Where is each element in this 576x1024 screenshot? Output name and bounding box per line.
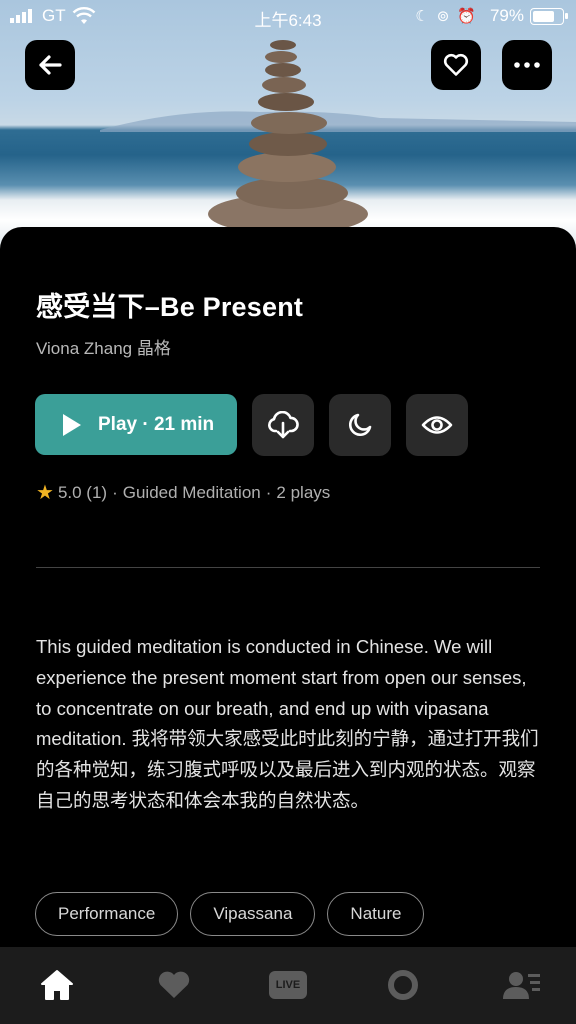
moon-icon bbox=[349, 413, 372, 436]
moon-status-icon: ☾ bbox=[415, 8, 429, 25]
tab-meditate[interactable] bbox=[383, 965, 423, 1005]
back-arrow-icon bbox=[39, 55, 62, 75]
hero-image: GT 上午6:43 ☾ ⊚ ⏰ 79% bbox=[0, 0, 576, 250]
battery-percent: 79% bbox=[489, 6, 524, 25]
favorite-button[interactable] bbox=[431, 40, 481, 90]
live-icon: LIVE bbox=[269, 971, 307, 999]
tab-profile[interactable] bbox=[502, 965, 542, 1005]
play-icon bbox=[63, 413, 81, 436]
play-count: 2 plays bbox=[276, 482, 331, 502]
tag-list: Performance Vipassana Nature bbox=[35, 892, 425, 936]
divider bbox=[36, 567, 540, 568]
sleep-timer-button[interactable] bbox=[329, 394, 391, 456]
author-name[interactable]: Viona Zhang 晶格 bbox=[36, 334, 171, 359]
rating: 5.0 (1) bbox=[57, 482, 108, 502]
eye-icon bbox=[421, 416, 453, 434]
view-button[interactable] bbox=[406, 394, 468, 456]
tab-live[interactable]: LIVE bbox=[268, 965, 308, 1005]
back-button[interactable] bbox=[25, 40, 75, 90]
profile-icon bbox=[503, 972, 540, 999]
home-icon bbox=[41, 970, 73, 1000]
track-description: This guided meditation is conducted in C… bbox=[36, 636, 539, 811]
tab-home[interactable] bbox=[37, 965, 77, 1005]
cloud-download-icon bbox=[268, 411, 299, 439]
download-button[interactable] bbox=[252, 394, 314, 456]
more-options-button[interactable] bbox=[502, 40, 552, 90]
more-dots-icon bbox=[514, 62, 540, 68]
status-bar: GT 上午6:43 ☾ ⊚ ⏰ 79% bbox=[0, 0, 576, 34]
meditate-circle-icon bbox=[388, 970, 418, 1000]
tag-chip[interactable]: Nature bbox=[327, 892, 425, 936]
tab-bar: LIVE bbox=[0, 947, 576, 1024]
heart-outline-icon bbox=[443, 53, 469, 76]
tab-favorites[interactable] bbox=[154, 965, 194, 1005]
battery-icon bbox=[530, 8, 568, 25]
play-button-label: Play · 21 min bbox=[98, 413, 215, 435]
meditation-type: Guided Meditation bbox=[122, 482, 261, 502]
play-button[interactable]: Play · 21 min bbox=[35, 394, 237, 455]
heart-icon bbox=[158, 971, 190, 998]
rotation-lock-icon: ⊚ bbox=[436, 8, 450, 25]
tag-chip[interactable]: Vipassana bbox=[190, 892, 316, 936]
tag-chip[interactable]: Performance bbox=[35, 892, 179, 936]
alarm-icon: ⏰ bbox=[457, 8, 476, 25]
track-title: 感受当下–Be Present bbox=[36, 292, 304, 322]
star-icon: ★ bbox=[36, 482, 54, 504]
track-meta: ★ 5.0 (1) · Guided Meditation · 2 plays bbox=[36, 482, 331, 504]
status-icons: ☾ ⊚ ⏰ bbox=[415, 7, 476, 25]
